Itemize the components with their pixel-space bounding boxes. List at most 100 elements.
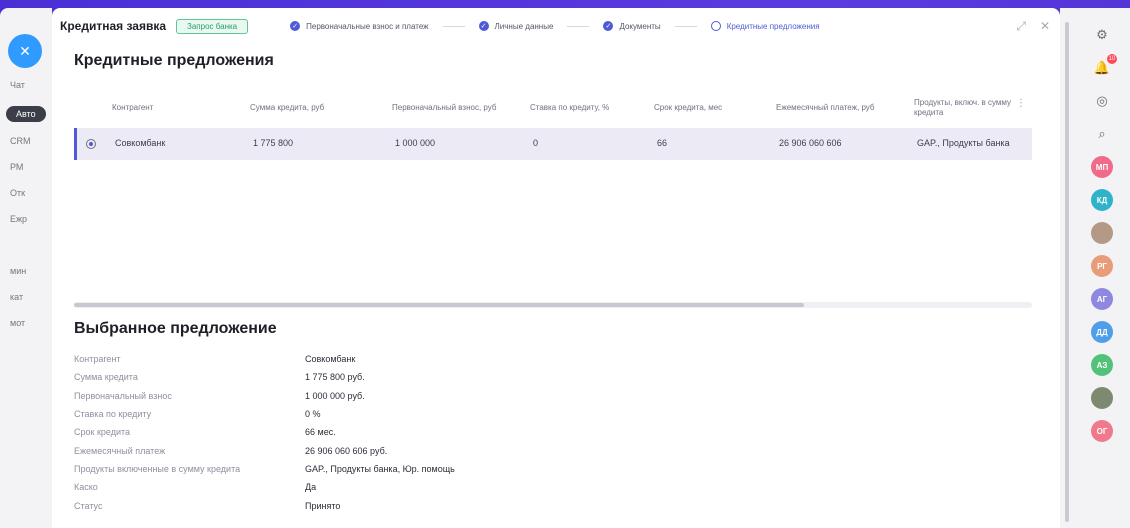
scrollbar-thumb[interactable] xyxy=(1065,22,1069,522)
step-divider xyxy=(442,25,465,27)
chat-icon[interactable]: ◎ xyxy=(1091,90,1113,112)
notification-badge: 10 xyxy=(1107,54,1117,64)
column-header[interactable]: Ежемесячный платеж, руб xyxy=(776,103,914,113)
step-down-payment[interactable]: ✓ Первоначальные взнос и платеж xyxy=(290,21,429,31)
circle-icon xyxy=(710,21,721,31)
detail-row: Контрагент Совкомбанк xyxy=(74,350,455,368)
horizontal-scrollbar[interactable] xyxy=(74,302,1032,308)
radio-selected-icon xyxy=(86,139,96,150)
cell-rate: 0 xyxy=(533,138,539,149)
background-item: РМ xyxy=(10,162,24,172)
detail-row: Ежемесячный платеж 26 906 060 606 руб. xyxy=(74,441,455,459)
header-actions: ⤢ ✕ xyxy=(1016,19,1050,34)
search-icon[interactable]: ⌕ xyxy=(1091,123,1113,145)
expand-icon[interactable]: ⤢ xyxy=(1016,19,1026,34)
step-label: Личные данные xyxy=(494,21,554,31)
column-menu-icon[interactable]: ⋮ xyxy=(1016,98,1026,109)
detail-label: Первоначальный взнос xyxy=(74,390,172,401)
detail-label: Ежемесячный платеж xyxy=(74,445,166,456)
detail-label: Каско xyxy=(74,482,98,493)
detail-value: Принято xyxy=(305,500,341,511)
selected-offer-details: Контрагент Совкомбанк Сумма кредита 1 775 … xyxy=(74,350,455,515)
table-row[interactable]: Совкомбанк 1 775 800 1 000 000 0 66 26 9… xyxy=(74,128,1032,160)
selected-offer-title: Выбранное предложение xyxy=(74,320,277,337)
stepper: ✓ Первоначальные взнос и платеж ✓ Личные… xyxy=(290,21,976,31)
detail-label: Ставка по кредиту xyxy=(74,409,152,420)
detail-label: Срок кредита xyxy=(74,427,131,438)
detail-value: 26 906 060 606 руб. xyxy=(305,445,388,456)
avatar[interactable]: КД xyxy=(1091,189,1113,211)
background-item: Отк xyxy=(10,188,26,198)
background-item-active: Авто xyxy=(6,106,46,122)
detail-row: Продукты включенные в сумму кредита GAP.,… xyxy=(74,460,455,478)
detail-label: Продукты включенные в сумму кредита xyxy=(74,463,241,474)
row-radio[interactable] xyxy=(77,138,115,150)
step-label: Первоначальные взнос и платеж xyxy=(306,21,429,31)
step-divider xyxy=(567,25,590,27)
background-item: кат xyxy=(10,292,24,302)
status-badge: Запрос банка xyxy=(176,18,249,34)
cell-term: 66 xyxy=(657,138,668,149)
column-header[interactable]: Первоначальный взнос, руб xyxy=(392,103,530,113)
avatar-photo[interactable] xyxy=(1091,222,1113,244)
detail-value: Совкомбанк xyxy=(305,354,356,365)
close-icon[interactable]: ✕ xyxy=(1040,19,1050,33)
background-item: мин xyxy=(10,266,27,276)
check-icon: ✓ xyxy=(290,21,301,31)
detail-row: Ставка по кредиту 0 % xyxy=(74,405,455,423)
avatar[interactable]: АЗ xyxy=(1091,354,1113,376)
offers-table: Контрагент Сумма кредита, руб Первоначал… xyxy=(74,88,1032,308)
cell-counterparty: Совкомбанк xyxy=(115,138,166,149)
detail-label: Статус xyxy=(74,500,103,511)
bell-icon[interactable]: 🔔 10 xyxy=(1091,54,1117,79)
avatar[interactable]: ОГ xyxy=(1091,420,1113,442)
step-personal-data[interactable]: ✓ Личные данные xyxy=(478,21,554,31)
detail-row: Каско Да xyxy=(74,478,455,496)
close-icon[interactable]: ✕ xyxy=(8,34,42,68)
detail-row: Сумма кредита 1 775 800 руб. xyxy=(74,368,455,386)
background-item: мот xyxy=(10,318,26,328)
avatar[interactable]: ДД xyxy=(1091,321,1113,343)
column-header[interactable]: Ставка по кредиту, % xyxy=(530,103,654,113)
cell-products: GAP., Продукты банка xyxy=(917,138,1010,149)
detail-label: Сумма кредита xyxy=(74,372,138,383)
step-credit-offers[interactable]: Кредитные предложения xyxy=(710,21,820,31)
modal-header: Кредитная заявка Запрос банка ✓ Первонач… xyxy=(52,8,1060,44)
avatar[interactable]: АГ xyxy=(1091,288,1113,310)
detail-row: Статус Принято xyxy=(74,496,455,514)
settings-icon[interactable]: ⚙ xyxy=(1091,24,1113,46)
credit-application-modal: Кредитная заявка Запрос банка ✓ Первонач… xyxy=(52,8,1060,528)
step-divider xyxy=(674,25,697,27)
step-label: Документы xyxy=(619,21,661,31)
background-item: Чат xyxy=(10,80,25,90)
step-documents[interactable]: ✓ Документы xyxy=(603,21,661,31)
cell-down-payment: 1 000 000 xyxy=(395,138,436,149)
cell-monthly: 26 906 060 606 xyxy=(779,138,842,149)
offers-title: Кредитные предложения xyxy=(74,52,274,69)
detail-label: Контрагент xyxy=(74,354,121,365)
scrollbar-thumb[interactable] xyxy=(74,303,804,307)
avatar[interactable]: МП xyxy=(1091,156,1113,178)
detail-value: 1 775 800 руб. xyxy=(305,372,365,383)
column-header[interactable]: Сумма кредита, руб xyxy=(250,103,392,113)
page-scrollbar[interactable] xyxy=(1060,8,1074,528)
background-item: Ежр xyxy=(10,214,28,224)
detail-value: GAP., Продукты банка, Юр. помощь xyxy=(305,463,455,474)
right-rail: ⚙ 🔔 10 ◎ ⌕ МП КД РГ АГ ДД АЗ ОГ xyxy=(1074,8,1130,528)
modal-title: Кредитная заявка xyxy=(60,19,166,33)
table-header: Контрагент Сумма кредита, руб Первоначал… xyxy=(74,88,1032,128)
detail-row: Первоначальный взнос 1 000 000 руб. xyxy=(74,387,455,405)
cell-amount: 1 775 800 xyxy=(253,138,294,149)
background-item: CRM xyxy=(10,136,31,146)
avatar[interactable]: РГ xyxy=(1091,255,1113,277)
column-header[interactable]: Контрагент xyxy=(112,103,250,113)
background-sidebar: ✕ Чат Авто CRM РМ Отк Ежр мин кат мот xyxy=(0,8,52,528)
detail-value: 66 мес. xyxy=(305,427,336,438)
avatar-photo[interactable] xyxy=(1091,387,1113,409)
column-header[interactable]: Срок кредита, мес xyxy=(654,103,776,113)
check-icon: ✓ xyxy=(478,21,489,31)
detail-value: Да xyxy=(305,482,317,493)
detail-value: 0 % xyxy=(305,409,321,420)
step-label: Кредитные предложения xyxy=(726,21,820,31)
column-header[interactable]: Продукты, включ. в сумму кредита xyxy=(914,98,1032,119)
